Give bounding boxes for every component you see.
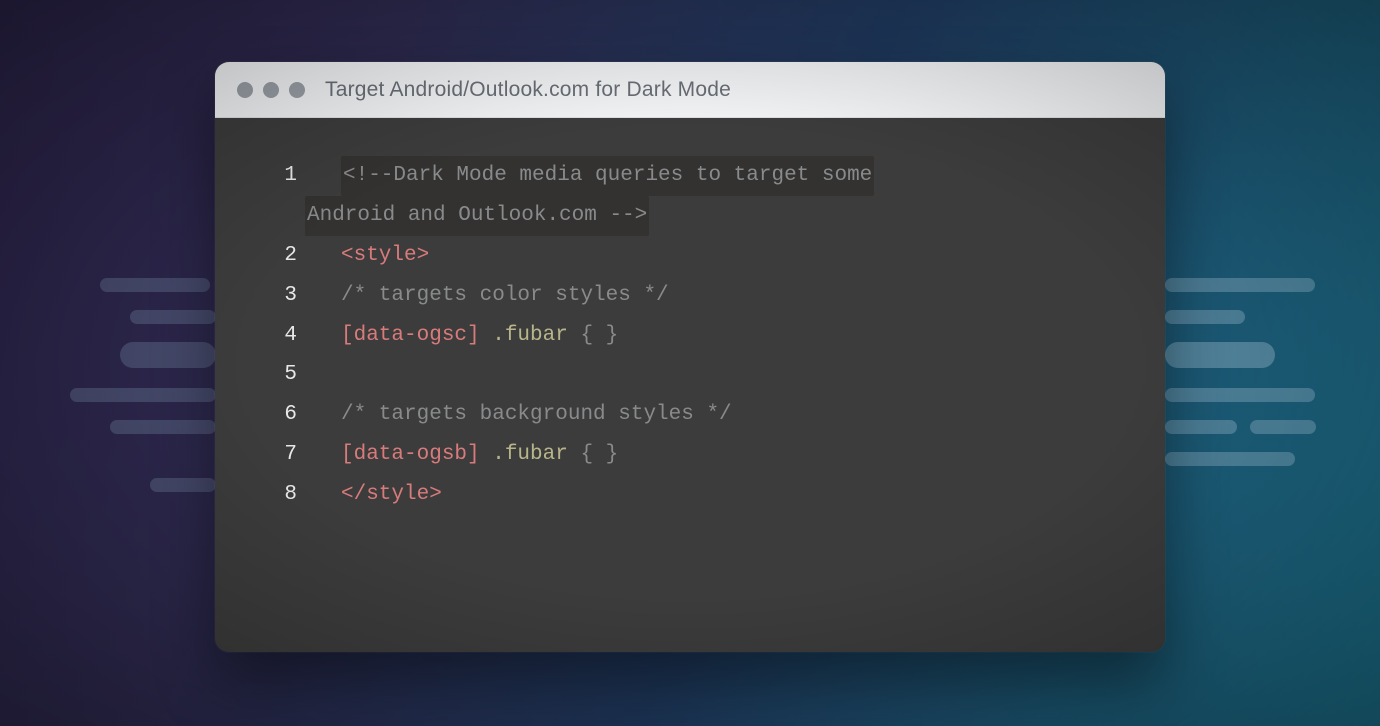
- line-number: 1: [265, 156, 305, 196]
- code-line-wrap: Android and Outlook.com -->: [265, 196, 1125, 236]
- code-line: 8 </style>: [265, 475, 1125, 515]
- traffic-close-icon[interactable]: [237, 82, 253, 98]
- line-number: 7: [265, 435, 305, 475]
- deco-bar: [130, 310, 216, 324]
- code-content: <style>: [341, 236, 1125, 276]
- code-content: Android and Outlook.com -->: [305, 196, 1125, 236]
- traffic-lights: [237, 82, 305, 98]
- line-number: 4: [265, 316, 305, 356]
- line-number: 3: [265, 276, 305, 316]
- deco-bar: [110, 420, 216, 434]
- deco-bar: [1165, 452, 1295, 466]
- code-line: 4 [data-ogsc] .fubar { }: [265, 316, 1125, 356]
- deco-bar: [1165, 420, 1237, 434]
- code-line: 7 [data-ogsb] .fubar { }: [265, 435, 1125, 475]
- deco-bar: [1165, 278, 1315, 292]
- code-line: 2 <style>: [265, 236, 1125, 276]
- code-line: 3 /* targets color styles */: [265, 276, 1125, 316]
- line-number: 2: [265, 236, 305, 276]
- code-window: Target Android/Outlook.com for Dark Mode…: [215, 62, 1165, 652]
- code-content: [data-ogsc] .fubar { }: [341, 316, 1125, 356]
- code-content: /* targets color styles */: [341, 276, 1125, 316]
- code-content: <!--Dark Mode media queries to target so…: [341, 156, 1125, 196]
- window-title: Target Android/Outlook.com for Dark Mode: [325, 78, 731, 102]
- line-number: 6: [265, 395, 305, 435]
- code-content: /* targets background styles */: [341, 395, 1125, 435]
- code-line: 5: [265, 355, 1125, 395]
- traffic-zoom-icon[interactable]: [289, 82, 305, 98]
- code-content: [341, 355, 1125, 395]
- deco-bar: [100, 278, 210, 292]
- code-line: 6 /* targets background styles */: [265, 395, 1125, 435]
- code-editor[interactable]: 1 <!--Dark Mode media queries to target …: [215, 118, 1165, 652]
- deco-bar: [1250, 420, 1316, 434]
- code-content: [data-ogsb] .fubar { }: [341, 435, 1125, 475]
- deco-bar: [70, 388, 216, 402]
- line-number: 5: [265, 355, 305, 395]
- code-line: 1 <!--Dark Mode media queries to target …: [265, 156, 1125, 196]
- window-titlebar: Target Android/Outlook.com for Dark Mode: [215, 62, 1165, 118]
- code-content: </style>: [341, 475, 1125, 515]
- deco-bar: [1165, 310, 1245, 324]
- deco-bar: [150, 478, 216, 492]
- deco-bar: [1165, 388, 1315, 402]
- line-number: 8: [265, 475, 305, 515]
- deco-bar: [1165, 342, 1275, 368]
- traffic-minimize-icon[interactable]: [263, 82, 279, 98]
- deco-bar: [120, 342, 216, 368]
